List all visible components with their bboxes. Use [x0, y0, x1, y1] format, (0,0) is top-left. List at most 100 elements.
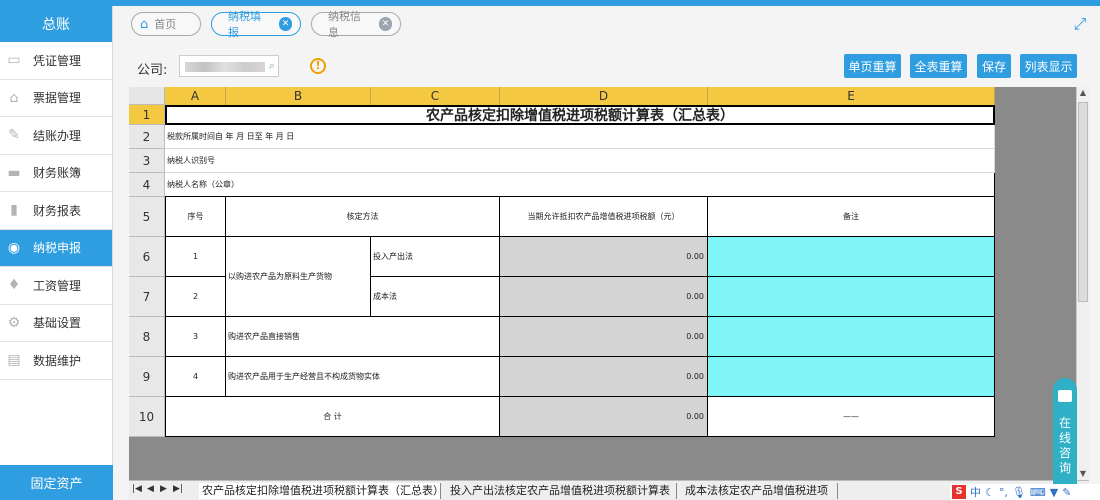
sheet-tab[interactable]: 农产品核定扣除增值税进项税额计算表（汇总表） [199, 483, 441, 499]
spreadsheet[interactable]: A B C D E 1 2 3 4 5 6 7 8 9 10 农产品核定扣除增值… [129, 87, 1089, 480]
last-sheet-icon[interactable]: ▶| [173, 484, 183, 494]
punct-icon[interactable]: °, [999, 486, 1008, 499]
note-input-cell[interactable] [708, 357, 995, 397]
pencil-icon: ✎ [8, 127, 20, 144]
row-header[interactable]: 3 [129, 149, 165, 173]
ime-mode[interactable]: 中 [970, 484, 981, 500]
sheet-title-cell[interactable]: 农产品核定扣除增值税进项税额计算表（汇总表） [165, 105, 995, 125]
list-view-button[interactable]: 列表显示 [1020, 54, 1077, 78]
sheet-grid: 农产品核定扣除增值税进项税额计算表（汇总表） 税款所属时间自 年 月 日至 年 … [165, 105, 995, 437]
column-header[interactable]: B [226, 87, 371, 105]
close-icon[interactable]: ✕ [278, 17, 292, 31]
row-header[interactable]: 5 [129, 197, 165, 237]
sidebar-item-salary[interactable]: ♦ 工资管理 [0, 267, 112, 305]
sidebar-footer-fixed-assets[interactable]: 固定资产 [0, 465, 113, 500]
seq-cell[interactable]: 3 [165, 317, 226, 357]
keyboard-icon[interactable]: ⌨ [1030, 486, 1046, 499]
seq-cell[interactable]: 1 [165, 237, 226, 277]
row-header[interactable]: 9 [129, 357, 165, 397]
method-cell[interactable]: 成本法 [371, 277, 500, 317]
next-sheet-icon[interactable]: ▶ [160, 484, 167, 494]
taxpayer-id-cell[interactable]: 纳税人识别号 [165, 149, 995, 173]
sidebar-item-label: 基础设置 [33, 316, 82, 331]
select-all-corner[interactable] [129, 87, 165, 105]
amount-cell[interactable]: 0.00 [500, 317, 708, 357]
method-group-cell[interactable]: 以购进农产品为原料生产货物 [226, 237, 371, 317]
sidebar-item-label: 财务账簿 [33, 166, 82, 181]
sheet-tab[interactable]: 成本法核定农产品增值税进项 [682, 483, 838, 499]
sidebar-item-closing[interactable]: ✎ 结账办理 [0, 117, 112, 155]
scroll-down-icon[interactable]: ▼ [1077, 468, 1089, 480]
amount-cell[interactable]: 0.00 [500, 357, 708, 397]
search-icon[interactable]: ⌕ [269, 59, 275, 73]
amount-cell[interactable]: 0.00 [500, 277, 708, 317]
company-name-redacted [185, 62, 265, 72]
sheet-tab[interactable]: 投入产出法核定农产品增值税进项税额计算表 [447, 483, 677, 499]
sidebar-item-settings[interactable]: ⚙ 基础设置 [0, 304, 112, 342]
tab-tax-filing[interactable]: 纳税填报 ✕ [211, 10, 301, 39]
bar-chart-icon: ▮ [10, 202, 18, 219]
first-sheet-icon[interactable]: |◀ [132, 484, 142, 494]
mic-icon[interactable]: 🎙 [1012, 486, 1026, 499]
sidebar-item-ledger[interactable]: ▬ 财务账簿 [0, 154, 112, 192]
save-button[interactable]: 保存 [977, 54, 1011, 78]
period-cell[interactable]: 税款所属时间自 年 月 日至 年 月 日 [165, 125, 995, 149]
recalc-page-button[interactable]: 单页重算 [844, 54, 901, 78]
header-note-cell[interactable]: 备注 [708, 197, 995, 237]
tab-tax-info[interactable]: 纳税信息 ✕ [311, 10, 401, 39]
sidebar-item-bill[interactable]: ⌂ 票据管理 [0, 79, 112, 117]
online-consult-button[interactable]: 在线咨询 [1053, 378, 1077, 488]
fullscreen-icon[interactable]: ⤢ [1070, 14, 1090, 34]
total-note-cell[interactable]: —— [708, 397, 995, 437]
sidebar-item-data[interactable]: ▤ 数据维护 [0, 342, 112, 380]
column-header[interactable]: C [371, 87, 500, 105]
warning-icon[interactable]: ! [310, 58, 326, 74]
sidebar-item-report[interactable]: ▮ 财务报表 [0, 192, 112, 230]
amount-cell[interactable]: 0.00 [500, 237, 708, 277]
company-field[interactable]: ⌕ [179, 55, 279, 77]
close-icon[interactable]: ✕ [378, 17, 392, 31]
column-header[interactable]: E [708, 87, 995, 105]
vertical-scrollbar[interactable]: ▲ ▼ [1076, 87, 1089, 480]
row-header[interactable]: 10 [129, 397, 165, 437]
method-cell[interactable]: 购进农产品直接销售 [226, 317, 500, 357]
row-header[interactable]: 8 [129, 317, 165, 357]
seq-cell[interactable]: 2 [165, 277, 226, 317]
shirt-icon[interactable]: ▼ [1050, 486, 1058, 499]
sidebar-item-tax[interactable]: ◉ 纳税申报 [0, 229, 112, 267]
header-seq-cell[interactable]: 序号 [165, 197, 226, 237]
sidebar-header[interactable]: 总账 [0, 6, 112, 42]
scroll-thumb[interactable] [1078, 102, 1088, 302]
total-amount-cell[interactable]: 0.00 [500, 397, 708, 437]
tab-label: 纳税填报 [228, 10, 261, 39]
row-header[interactable]: 4 [129, 173, 165, 197]
moon-icon[interactable]: ☾ [985, 486, 995, 499]
money-bag-icon: ♦ [7, 277, 21, 294]
prev-sheet-icon[interactable]: ◀ [147, 484, 154, 494]
row-header[interactable]: 2 [129, 125, 165, 149]
column-header[interactable]: A [165, 87, 226, 105]
note-input-cell[interactable] [708, 317, 995, 357]
note-input-cell[interactable] [708, 237, 995, 277]
taxpayer-name-cell[interactable]: 纳税人名称（公章） [165, 173, 995, 197]
sogou-icon[interactable]: S [952, 485, 966, 499]
bill-icon: ⌂ [9, 89, 19, 106]
method-cell[interactable]: 购进农产品用于生产经营且不构成货物实体 [226, 357, 500, 397]
sidebar-item-label: 纳税申报 [33, 241, 82, 256]
scroll-up-icon[interactable]: ▲ [1077, 87, 1089, 99]
row-header[interactable]: 1 [129, 105, 165, 125]
total-label-cell[interactable]: 合 计 [165, 397, 500, 437]
header-method-cell[interactable]: 核定方法 [226, 197, 500, 237]
tools-icon[interactable]: ✎ [1062, 486, 1071, 499]
method-cell[interactable]: 投入产出法 [371, 237, 500, 277]
header-amount-cell[interactable]: 当期允许抵扣农产品增值税进项税额（元） [500, 197, 708, 237]
seq-cell[interactable]: 4 [165, 357, 226, 397]
row-header[interactable]: 6 [129, 237, 165, 277]
sheet-tab-bar: |◀ ◀ ▶ ▶| 农产品核定扣除增值税进项税额计算表（汇总表） 投入产出法核定… [129, 480, 1089, 500]
note-input-cell[interactable] [708, 277, 995, 317]
row-header[interactable]: 7 [129, 277, 165, 317]
tab-home[interactable]: ⌂ 首页 [131, 12, 201, 36]
column-header[interactable]: D [500, 87, 708, 105]
sidebar-item-voucher[interactable]: ▭ 凭证管理 [0, 42, 112, 80]
recalc-all-button[interactable]: 全表重算 [910, 54, 967, 78]
